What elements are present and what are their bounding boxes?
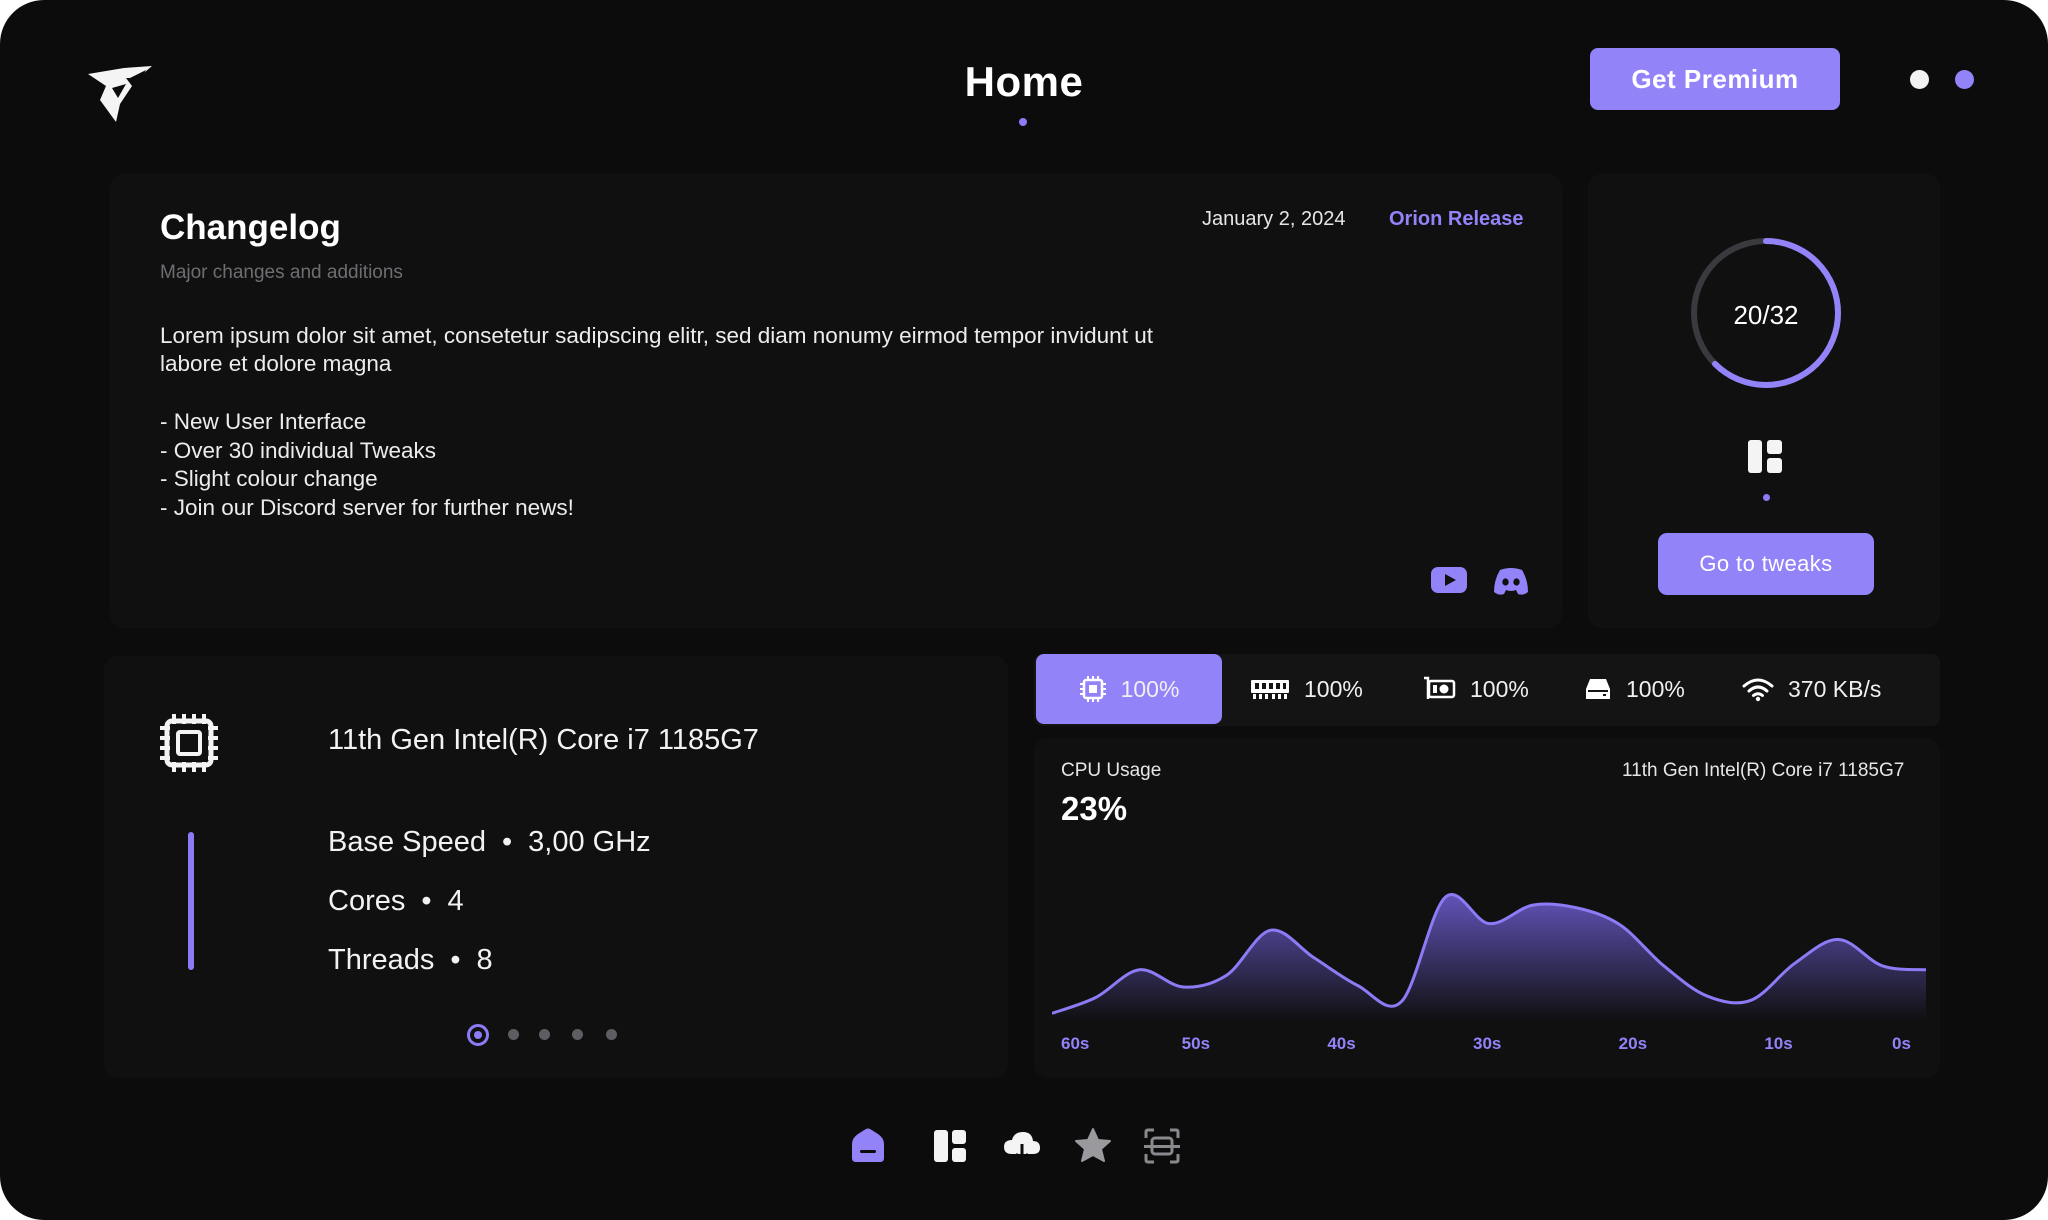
chart-current-value: 23% — [1061, 790, 1128, 827]
go-to-tweaks-button[interactable]: Go to tweaks — [1658, 533, 1874, 595]
star-icon[interactable] — [1073, 1126, 1113, 1166]
app-window: Home Get Premium Changelog Major changes… — [0, 0, 2048, 1220]
changelog-item: - New User Interface — [160, 409, 367, 434]
spec-separator: • — [450, 944, 461, 976]
tab-value: 100% — [1470, 675, 1529, 702]
changelog-date: January 2, 2024 — [1202, 208, 1346, 230]
spec-label: Threads — [328, 944, 435, 976]
tweaks-progress-label: 20/32 — [1733, 300, 1799, 330]
tab-cpu[interactable]: 100% — [1036, 654, 1222, 724]
spec-value: 3,00 GHz — [528, 826, 651, 858]
spec-base-speed: Base Speed • 3,00 GHz — [328, 826, 651, 859]
chart-area — [1052, 894, 1926, 1020]
ram-icon — [1251, 680, 1289, 699]
disk-icon — [1586, 679, 1610, 699]
chart-label: CPU Usage — [1061, 760, 1162, 781]
changelog-list: - New User Interface - Over 30 individua… — [160, 408, 574, 522]
x-tick-label: 60s — [1061, 1034, 1090, 1053]
tab-value: 100% — [1304, 675, 1363, 702]
tab-gpu[interactable]: 100% — [1422, 654, 1529, 724]
x-tick-label: 20s — [1618, 1034, 1648, 1053]
release-link[interactable]: Orion Release — [1389, 208, 1524, 231]
x-tick-label: 10s — [1764, 1034, 1793, 1053]
title-indicator-dot — [1019, 118, 1027, 126]
spec-separator: • — [421, 885, 432, 917]
spec-value: 4 — [447, 885, 464, 917]
changelog-item: - Slight colour change — [160, 466, 378, 491]
tab-disk[interactable]: 100% — [1584, 654, 1685, 724]
tweaks-indicator-dot — [1763, 494, 1770, 501]
chart-device-name: 11th Gen Intel(R) Core i7 1185G7 — [1622, 760, 1905, 781]
changelog-item: - Over 30 individual Tweaks — [160, 437, 436, 463]
spec-value: 8 — [476, 944, 493, 976]
brand-logo-icon[interactable] — [86, 64, 156, 126]
cpu-info-panel — [104, 656, 1008, 1078]
scan-icon[interactable] — [1142, 1126, 1182, 1166]
tab-value: 100% — [1120, 675, 1180, 702]
page-title: Home — [964, 58, 1084, 105]
changelog-item: - Join our Discord server for further ne… — [160, 494, 574, 520]
window-control-white[interactable] — [1910, 70, 1929, 89]
tab-network[interactable]: 370 KB/s — [1742, 654, 1881, 724]
spec-label: Cores — [328, 885, 406, 917]
pager-dot[interactable] — [606, 1029, 617, 1040]
cpu-chip-icon — [160, 714, 218, 772]
cpu-name: 11th Gen Intel(R) Core i7 1185G7 — [328, 724, 759, 756]
get-premium-button[interactable]: Get Premium — [1590, 48, 1840, 110]
tab-value: 100% — [1626, 675, 1685, 702]
discord-icon[interactable] — [1492, 566, 1530, 596]
pager-dot[interactable] — [572, 1029, 583, 1040]
tweaks-grid-icon — [1748, 440, 1782, 473]
tab-ram[interactable]: 100% — [1250, 654, 1363, 724]
tab-value: 370 KB/s — [1788, 675, 1882, 702]
cpu-usage-chart — [1052, 893, 1926, 1020]
changelog-body: Lorem ipsum dolor sit amet, consetetur s… — [160, 323, 1153, 376]
x-tick-label: 0s — [1892, 1034, 1911, 1053]
spec-cores: Cores • 4 — [328, 885, 464, 918]
x-tick-label: 40s — [1327, 1034, 1356, 1053]
home-icon[interactable] — [848, 1126, 888, 1166]
pager-dot[interactable] — [539, 1029, 550, 1040]
window-control-accent[interactable] — [1955, 70, 1974, 89]
x-tick-label: 50s — [1181, 1034, 1211, 1053]
cloud-download-icon[interactable] — [1002, 1126, 1042, 1166]
gpu-icon — [1424, 676, 1456, 699]
pager-dot[interactable] — [508, 1029, 519, 1040]
wifi-icon — [1742, 678, 1774, 702]
changelog-title: Changelog — [160, 208, 341, 247]
tweaks-grid-icon[interactable] — [930, 1126, 970, 1166]
x-tick-label: 30s — [1473, 1034, 1502, 1053]
youtube-icon[interactable] — [1430, 566, 1468, 594]
cpu-accent-bar — [188, 832, 194, 970]
spec-label: Base Speed — [328, 826, 487, 858]
pager-dot-active[interactable] — [467, 1024, 489, 1046]
cpu-icon — [1079, 676, 1106, 702]
spec-separator: • — [502, 826, 513, 858]
changelog-subtitle: Major changes and additions — [160, 262, 403, 283]
spec-threads: Threads • 8 — [328, 944, 493, 977]
